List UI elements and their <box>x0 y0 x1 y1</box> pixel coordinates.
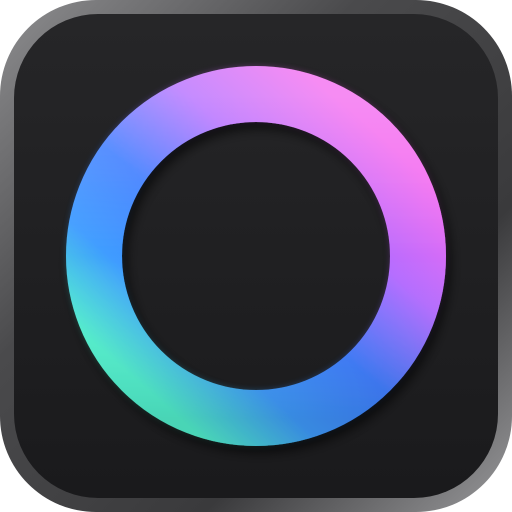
app-icon[interactable] <box>0 0 512 512</box>
